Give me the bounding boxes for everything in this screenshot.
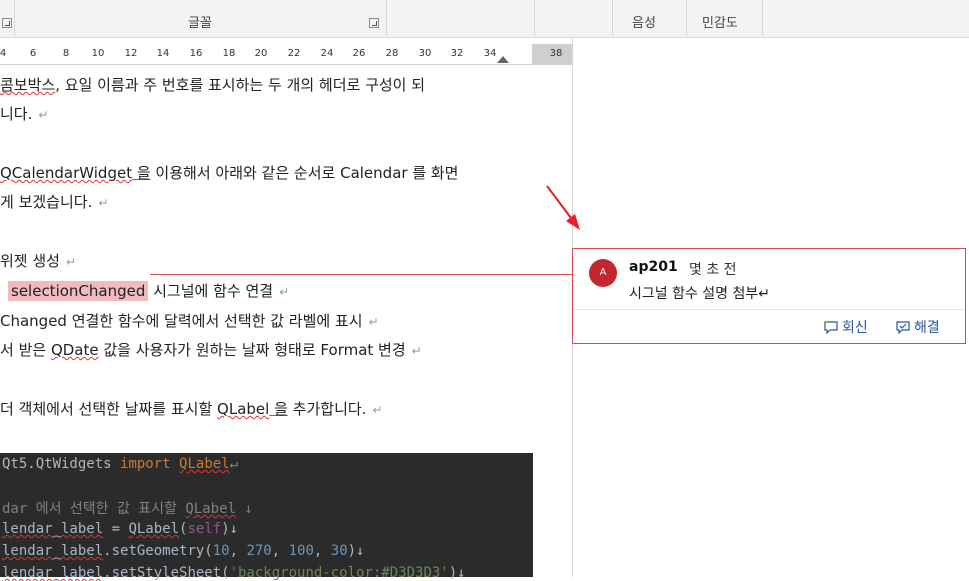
ruler-tick: 14 <box>156 48 170 59</box>
resolve-icon <box>896 321 910 334</box>
reply-icon <box>824 320 838 334</box>
ruler-tick: 34 <box>483 48 497 59</box>
ruler-tick: 6 <box>29 48 37 59</box>
horizontal-ruler[interactable]: 4 6 8 10 12 14 16 18 20 22 24 26 28 30 3… <box>0 44 572 65</box>
resolve-button[interactable]: 해결 <box>895 317 940 337</box>
doc-line: 서 받은 QDate 값을 사용자가 원하는 날짜 형태로 Format 변경 ↵ <box>0 341 422 359</box>
resolve-label: 해결 <box>914 320 940 336</box>
comment-highlight: selectionChanged <box>8 281 149 301</box>
ruler-tick: 16 <box>189 48 203 59</box>
font-dialog-launcher-icon[interactable] <box>369 18 379 28</box>
sensitivity-group-label: 민감도 <box>702 16 738 31</box>
ribbon-separator <box>612 0 613 36</box>
comment-text: 시그널 함수 설명 첨부↵ <box>629 286 771 302</box>
right-indent-marker-icon[interactable] <box>497 56 509 63</box>
ruler-tick: 32 <box>450 48 464 59</box>
ruler-tick: 38 <box>549 48 563 59</box>
doc-line: QCalendarWidget 을 이용해서 아래와 같은 순서로 Calend… <box>0 164 459 182</box>
font-group-label: 글꼴 <box>188 16 212 31</box>
reply-button[interactable]: 회신 <box>823 317 868 337</box>
ribbon-separator <box>686 0 687 36</box>
comment-author: ap201 <box>629 259 678 275</box>
ribbon-separator <box>14 0 15 36</box>
ruler-tick: 24 <box>320 48 334 59</box>
ruler-tick: 28 <box>385 48 399 59</box>
voice-group-label: 음성 <box>632 16 656 31</box>
reply-label: 회신 <box>842 320 868 336</box>
comment-time: 몇 초 전 <box>689 262 737 278</box>
ribbon: 글꼴 음성 민감도 <box>0 0 969 38</box>
doc-line: 콤보박스, 요일 이름과 주 번호를 표시하는 두 개의 헤더로 구성이 되 <box>0 76 426 94</box>
code-block[interactable]: Qt5.QtWidgets import QLabel↵ dar 에서 선택한 … <box>0 453 533 581</box>
ribbon-separator <box>762 0 763 36</box>
ruler-tick: 4 <box>0 48 7 59</box>
code-line: lendar_label = QLabel(self)↓ <box>2 521 239 537</box>
doc-line: 게 보겠습니다. ↵ <box>0 193 109 211</box>
code-line: dar 에서 선택한 값 표시할 QLabel ↓ <box>2 501 253 517</box>
ruler-tick: 20 <box>254 48 268 59</box>
code-line: lendar_label.setStyleSheet('background-c… <box>2 565 466 581</box>
doc-line: Changed 연결한 함수에 달력에서 선택한 값 라벨에 표시 ↵ <box>0 312 379 330</box>
ruler-tick: 10 <box>91 48 105 59</box>
dialog-launcher-icon[interactable] <box>2 18 12 28</box>
ruler-tick: 12 <box>124 48 138 59</box>
ruler-tick: 22 <box>287 48 301 59</box>
ruler-tick: 18 <box>222 48 236 59</box>
doc-line: 니다. ↵ <box>0 105 49 123</box>
doc-line: 더 객체에서 선택한 날짜를 표시할 QLabel 을 추가합니다. ↵ <box>0 400 383 418</box>
comment-connector-line <box>150 274 573 275</box>
ribbon-separator <box>534 0 535 36</box>
code-line: lendar_label.setGeometry(10, 270, 100, 3… <box>2 543 365 559</box>
avatar: A <box>589 259 617 287</box>
code-line: Qt5.QtWidgets import QLabel↵ <box>2 456 239 472</box>
comment-divider <box>573 309 965 310</box>
ruler-tick: 30 <box>418 48 432 59</box>
ribbon-separator <box>386 0 387 36</box>
comment-card[interactable]: A ap201 몇 초 전 시그널 함수 설명 첨부↵ 회신 해결 <box>572 248 966 344</box>
doc-line: 위젯 생성 ↵ <box>0 252 77 270</box>
doc-line-commented: selectionChanged 시그널에 함수 연결 ↵ <box>8 280 289 301</box>
ruler-tick: 8 <box>62 48 70 59</box>
ruler-tick: 26 <box>352 48 366 59</box>
